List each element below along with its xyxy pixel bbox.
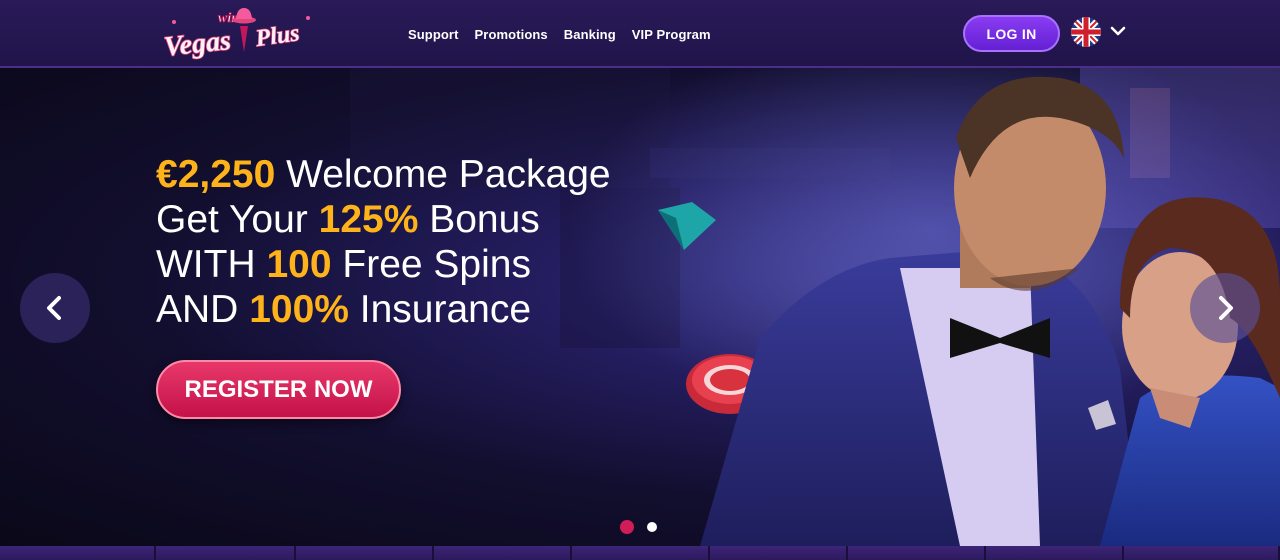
category-tab-7[interactable] (848, 546, 986, 560)
category-tab-5[interactable] (572, 546, 710, 560)
carousel-dot-2[interactable] (647, 522, 657, 532)
chevron-right-icon (1219, 296, 1233, 320)
promo-line-spins: WITH 100 Free Spins (156, 242, 611, 287)
promo-bonus-lead: Get Your (156, 198, 319, 241)
category-tab-8[interactable] (986, 546, 1124, 560)
category-tab-3[interactable] (296, 546, 434, 560)
promo-line-welcome: €2,250 Welcome Package (156, 152, 611, 197)
logo-text-plus: Plus (253, 20, 301, 52)
promo-line-bonus: Get Your 125% Bonus (156, 197, 611, 242)
promo-bonus-percent: 125% (318, 198, 419, 241)
promo-insurance-percent: 100% (249, 288, 349, 331)
carousel-next-button[interactable] (1190, 273, 1260, 343)
win-vegas-plus-logo[interactable]: win Vegas Plus (162, 4, 318, 64)
carousel-dot-1[interactable] (620, 520, 634, 534)
category-tab-2[interactable] (156, 546, 296, 560)
promo-line-insurance: AND 100% Insurance (156, 287, 611, 332)
hero-promo-text: €2,250 Welcome Package Get Your 125% Bon… (156, 152, 611, 332)
hero-banner: €2,250 Welcome Package Get Your 125% Bon… (0, 68, 1280, 546)
promo-spins-lead: WITH (156, 243, 267, 286)
category-tab-1[interactable] (0, 546, 156, 560)
chevron-down-icon[interactable] (1110, 24, 1126, 38)
nav-support[interactable]: Support (408, 27, 459, 42)
carousel-dots (620, 520, 657, 534)
login-button[interactable]: LOG IN (963, 15, 1060, 52)
register-now-button[interactable]: REGISTER NOW (156, 360, 401, 419)
promo-amount: €2,250 (156, 153, 276, 196)
site-header: win Vegas Plus Support Promotions Bankin… (0, 0, 1280, 68)
nav-promotions[interactable]: Promotions (475, 27, 548, 42)
category-tab-9[interactable] (1124, 546, 1280, 560)
category-tab-4[interactable] (434, 546, 572, 560)
category-tab-6[interactable] (710, 546, 848, 560)
nav-vip-program[interactable]: VIP Program (632, 27, 711, 42)
promo-bonus-text: Bonus (418, 198, 540, 241)
promo-welcome-text: Welcome Package (275, 153, 611, 196)
promo-spins-count: 100 (266, 243, 332, 286)
main-nav: Support Promotions Banking VIP Program (408, 27, 711, 42)
promo-spins-text: Free Spins (331, 243, 531, 286)
nav-banking[interactable]: Banking (564, 27, 616, 42)
carousel-prev-button[interactable] (20, 273, 90, 343)
chevron-left-icon (47, 296, 61, 320)
game-category-strip (0, 546, 1280, 560)
promo-insurance-text: Insurance (348, 288, 532, 331)
logo-text-vegas: Vegas (163, 25, 233, 63)
promo-insurance-lead: AND (156, 288, 250, 331)
uk-flag-icon[interactable] (1071, 17, 1101, 47)
